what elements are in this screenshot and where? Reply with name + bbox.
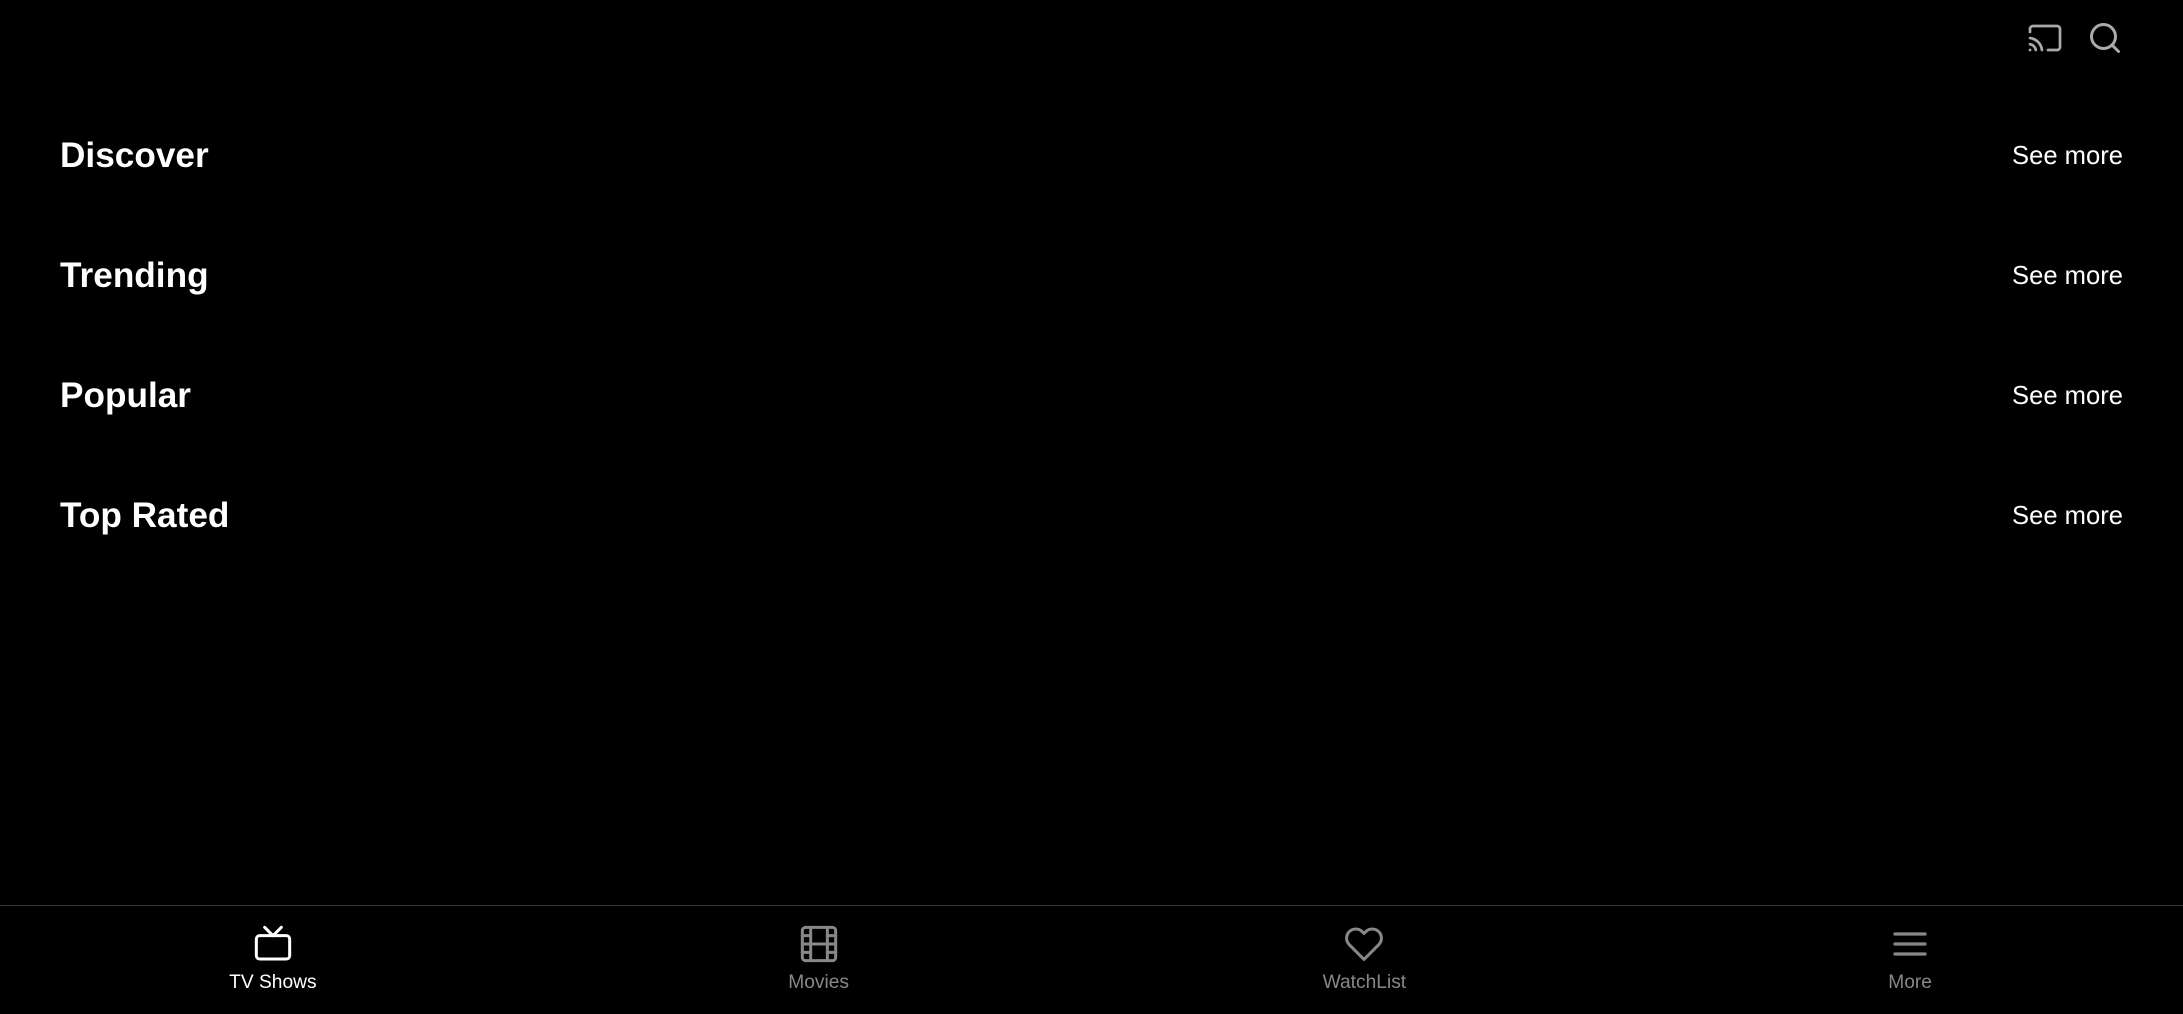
tv-icon <box>253 924 293 964</box>
nav-label-tv-shows: TV Shows <box>229 972 316 994</box>
section-title-trending: Trending <box>60 256 209 296</box>
nav-item-movies[interactable]: Movies <box>546 924 1092 994</box>
header-icons <box>2027 20 2123 56</box>
nav-item-tv-shows[interactable]: TV Shows <box>0 924 546 994</box>
see-more-top-rated[interactable]: See more <box>2012 502 2123 531</box>
section-title-top-rated: Top Rated <box>60 496 229 536</box>
nav-item-more[interactable]: More <box>1637 924 2183 994</box>
nav-label-more: More <box>1888 972 1932 994</box>
section-top-rated: Top Rated See more <box>60 456 2123 576</box>
nav-label-watchlist: WatchList <box>1323 972 1407 994</box>
see-more-trending[interactable]: See more <box>2012 262 2123 291</box>
see-more-discover[interactable]: See more <box>2012 142 2123 171</box>
movies-icon <box>799 924 839 964</box>
section-title-discover: Discover <box>60 136 209 176</box>
bottom-nav: TV Shows Movies WatchList <box>0 905 2183 1014</box>
heart-icon <box>1344 924 1384 964</box>
nav-item-watchlist[interactable]: WatchList <box>1092 924 1638 994</box>
main-content: Discover See more Trending See more Popu… <box>0 76 2183 905</box>
section-popular: Popular See more <box>60 336 2123 456</box>
header <box>0 0 2183 76</box>
menu-icon <box>1890 924 1930 964</box>
see-more-popular[interactable]: See more <box>2012 382 2123 411</box>
nav-label-movies: Movies <box>788 972 849 994</box>
section-trending: Trending See more <box>60 216 2123 336</box>
section-title-popular: Popular <box>60 376 191 416</box>
search-icon[interactable] <box>2087 20 2123 56</box>
section-discover: Discover See more <box>60 96 2123 216</box>
cast-icon[interactable] <box>2027 20 2063 56</box>
